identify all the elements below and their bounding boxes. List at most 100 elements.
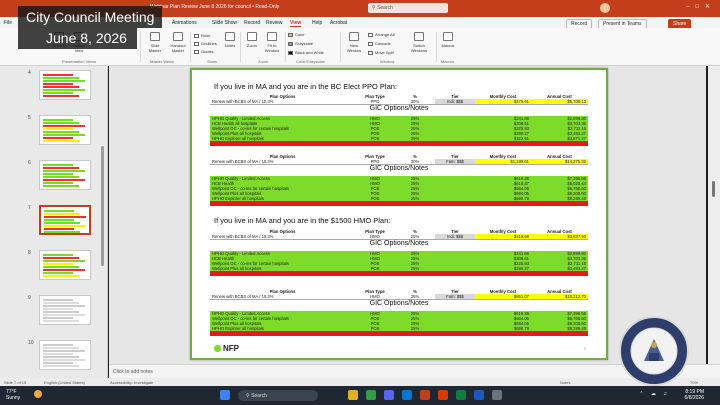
table-hmo-family: Plan Options Plan Type% Tier Monthly Cost An… xyxy=(210,289,588,300)
tab-view[interactable]: View xyxy=(290,20,302,27)
ribbon-divider xyxy=(190,32,191,62)
slide-thumbnail-7[interactable] xyxy=(39,205,91,235)
windows-start-icon[interactable] xyxy=(220,390,230,400)
thumbnail-number: 9 xyxy=(28,295,31,301)
thumbnail-stripe xyxy=(43,119,73,121)
guides-checkbox[interactable]: Guides xyxy=(194,49,214,54)
thumbnail-stripe xyxy=(44,231,80,233)
scroll-thumb[interactable] xyxy=(712,181,715,197)
tab-help[interactable]: Help xyxy=(312,20,322,26)
slide-thumbnail-6[interactable] xyxy=(39,160,91,190)
table-cell xyxy=(355,331,395,336)
tab-record[interactable]: Record xyxy=(244,20,260,26)
thumbnail-stripe xyxy=(43,311,79,313)
color-button[interactable]: Color xyxy=(288,32,305,37)
table-cell xyxy=(475,271,531,276)
thumbnail-stripe xyxy=(43,269,85,271)
tab-slide-show[interactable]: Slide Show xyxy=(212,20,237,26)
office-icon[interactable] xyxy=(438,390,448,400)
table-ppo-family-options: HPHO Quality - Limited Access HMO 25% $616.… xyxy=(210,176,588,206)
fit-window-button[interactable]: Fit to Window xyxy=(262,32,282,53)
nfp-logo-icon xyxy=(214,345,221,353)
arrange-all-button[interactable]: Arrange All xyxy=(368,32,395,37)
window-controls[interactable]: –□✕ xyxy=(686,3,716,10)
tab-file[interactable]: File xyxy=(4,20,12,26)
file-explorer-icon[interactable] xyxy=(348,390,358,400)
black-white-button[interactable]: Black and White xyxy=(288,50,324,55)
notes-button[interactable]: Notes xyxy=(222,32,238,48)
tab-animations[interactable]: Animations xyxy=(172,20,197,26)
thumbnail-stripe xyxy=(43,263,73,265)
table-cell xyxy=(355,271,395,276)
table-cell xyxy=(210,331,355,336)
group-label: Master Views xyxy=(150,59,174,64)
slide-page-number: 7 xyxy=(583,346,586,351)
zoom-level[interactable]: 70% xyxy=(690,380,698,385)
teams-icon[interactable] xyxy=(384,390,394,400)
notes-toggle[interactable]: Notes xyxy=(560,380,570,385)
system-tray[interactable]: ⌃ ☁ ♫ xyxy=(639,391,670,397)
excel-icon[interactable] xyxy=(456,390,466,400)
tab-review[interactable]: Review xyxy=(266,20,282,26)
slide-thumbnail-4[interactable] xyxy=(39,70,91,100)
avatar[interactable] xyxy=(600,3,610,13)
gridlines-checkbox[interactable]: Gridlines xyxy=(194,41,217,46)
search-box[interactable]: ⚲ Search xyxy=(368,3,448,13)
slide-master-button[interactable]: Slide Master xyxy=(145,32,165,53)
table-cell xyxy=(395,201,435,206)
slide-thumbnail-8[interactable] xyxy=(39,250,91,280)
thumbnail-stripe xyxy=(43,170,85,172)
thumbnails-scrollbar[interactable] xyxy=(101,146,104,266)
move-split-button[interactable]: Move Split xyxy=(368,50,394,55)
thumbnail-stripe xyxy=(43,182,73,184)
tab-acrobat[interactable]: Acrobat xyxy=(330,20,347,26)
vertical-scrollbar[interactable] xyxy=(708,66,720,364)
table-cell xyxy=(475,331,531,336)
powerpoint-icon[interactable] xyxy=(420,390,430,400)
new-window-button[interactable]: New Window xyxy=(344,32,364,53)
outlook-icon[interactable] xyxy=(402,390,412,400)
table-cell xyxy=(531,141,588,146)
handout-master-button[interactable]: Handout Master xyxy=(167,32,189,53)
meeting-date-overlay: June 8, 2026 xyxy=(18,28,137,49)
slide-thumbnail-5[interactable] xyxy=(39,115,91,145)
taskbar-search[interactable]: ⚲ Search xyxy=(238,390,318,401)
grayscale-button[interactable]: Grayscale xyxy=(288,41,313,46)
table-row xyxy=(210,201,588,206)
slide-thumbnail-10[interactable] xyxy=(39,340,91,370)
thumbnail-stripe xyxy=(43,131,79,133)
browser-icon[interactable] xyxy=(366,390,376,400)
app-icon[interactable] xyxy=(492,390,502,400)
city-seal-logo xyxy=(619,316,689,386)
table-row: Renew with BCBS of MA / 10.3% PPO 30% Fam: … xyxy=(210,159,588,165)
thumbnail-stripe xyxy=(43,95,79,97)
language-status[interactable]: English (United States) xyxy=(44,380,85,385)
zoom-button[interactable]: Zoom xyxy=(244,32,260,48)
group-label: Color/Grayscale xyxy=(296,59,325,64)
taskbar-clock[interactable]: 8:19 PM 6/8/2026 xyxy=(685,389,704,401)
table-cell: HMO xyxy=(355,294,395,300)
options-heading: GIC Options/Notes xyxy=(369,105,429,112)
table-cell xyxy=(210,271,355,276)
table-cell xyxy=(435,331,475,336)
thumbnail-stripe xyxy=(43,140,79,142)
current-slide[interactable]: If you live in MA and you are in the BC … xyxy=(190,68,608,360)
ruler-checkbox[interactable]: Ruler xyxy=(194,33,211,38)
thumbnail-stripe xyxy=(43,353,73,355)
ribbon-divider xyxy=(140,32,141,62)
macros-button[interactable]: Macros xyxy=(440,32,456,48)
thumbnail-stripe xyxy=(43,299,73,301)
slide-thumbnail-9[interactable] xyxy=(39,295,91,325)
word-icon[interactable] xyxy=(474,390,484,400)
weather-widget[interactable]: 77°F Sunny xyxy=(6,389,20,401)
cascade-button[interactable]: Cascade xyxy=(368,41,391,46)
table-cell: 30% xyxy=(395,159,435,165)
sun-icon xyxy=(34,390,42,398)
accessibility-status[interactable]: Accessibility: Investigate xyxy=(110,380,153,385)
switch-windows-button[interactable]: Switch Windows xyxy=(408,32,430,53)
table-cell: Renew with BCBS of MA / 10.3% xyxy=(210,99,355,105)
group-label: Show xyxy=(207,59,218,64)
thumbnail-number: 5 xyxy=(28,115,31,121)
table-cell: Renew with BCBS of MA / 10.3% xyxy=(210,234,355,240)
group-label: Zoom xyxy=(258,59,269,64)
